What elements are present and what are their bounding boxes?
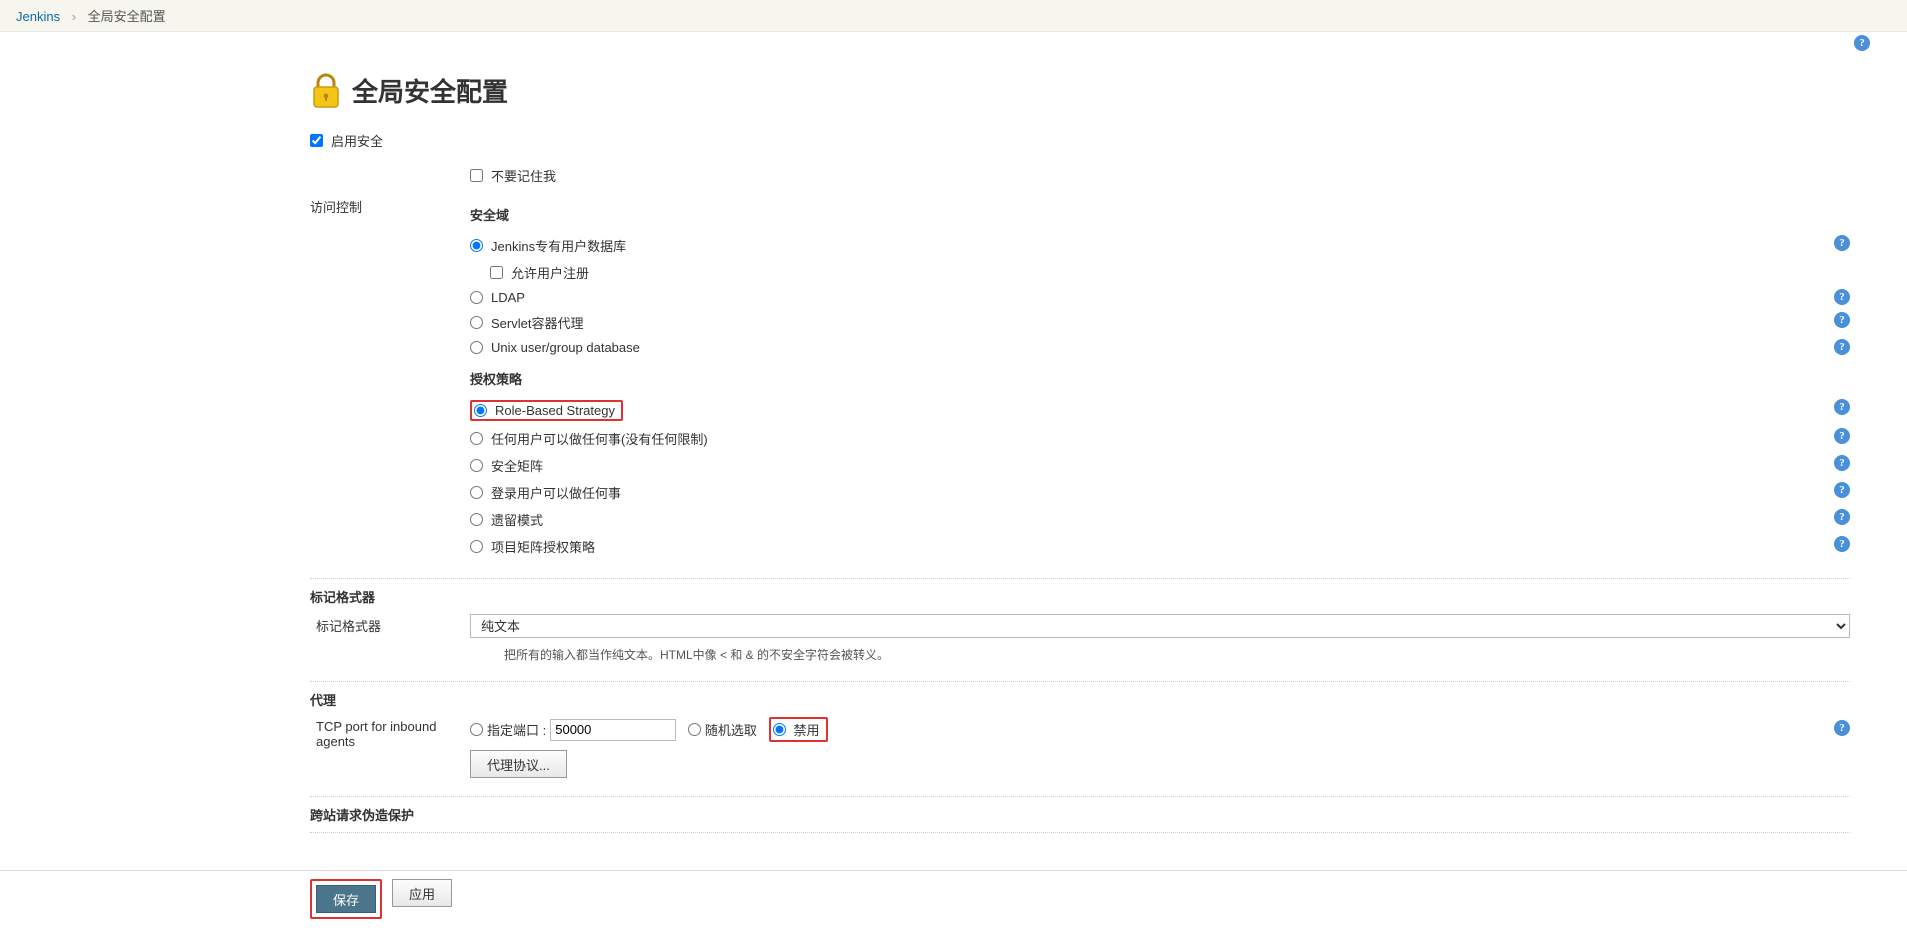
help-icon[interactable]: ? <box>1834 289 1850 305</box>
allow-signup-label: 允许用户注册 <box>511 263 589 282</box>
authz-role-based-label: Role-Based Strategy <box>495 403 615 418</box>
authz-loggedin-label: 登录用户可以做任何事 <box>491 483 621 502</box>
breadcrumb-root[interactable]: Jenkins <box>16 9 60 24</box>
help-icon[interactable]: ? <box>1834 509 1850 525</box>
breadcrumb-sep: › <box>72 9 76 24</box>
apply-button[interactable]: 应用 <box>392 879 452 907</box>
realm-jenkins-db-radio[interactable] <box>470 239 483 252</box>
port-disable-label: 禁用 <box>794 720 820 739</box>
markup-formatter-select[interactable]: 纯文本 <box>470 614 1850 638</box>
allow-signup-checkbox[interactable] <box>490 266 503 279</box>
port-number-input[interactable] <box>550 719 676 741</box>
footer-bar: 保存 应用 <box>0 870 1907 927</box>
save-button[interactable]: 保存 <box>316 885 376 913</box>
help-icon[interactable]: ? <box>1854 35 1870 51</box>
agent-section-title: 代理 <box>310 681 1850 709</box>
realm-unix-label: Unix user/group database <box>491 340 640 355</box>
authz-matrix-radio[interactable] <box>470 459 483 472</box>
authz-project-matrix-radio[interactable] <box>470 540 483 553</box>
access-control-label: 访问控制 <box>310 195 470 216</box>
authz-matrix-label: 安全矩阵 <box>491 456 543 475</box>
realm-servlet-radio[interactable] <box>470 316 483 329</box>
enable-security-checkbox[interactable] <box>310 134 323 147</box>
realm-unix-radio[interactable] <box>470 341 483 354</box>
realm-ldap-label: LDAP <box>491 290 525 305</box>
help-icon[interactable]: ? <box>1834 720 1850 736</box>
breadcrumb-current: 全局安全配置 <box>88 9 166 24</box>
authz-legacy-label: 遗留模式 <box>491 510 543 529</box>
help-icon[interactable]: ? <box>1834 482 1850 498</box>
markup-label: 标记格式器 <box>310 614 470 635</box>
security-realm-header: 安全域 <box>470 205 1850 224</box>
authz-role-based-radio[interactable] <box>474 404 487 417</box>
save-highlight: 保存 <box>310 879 382 919</box>
realm-ldap-radio[interactable] <box>470 291 483 304</box>
authz-anyone-label: 任何用户可以做任何事(没有任何限制) <box>491 429 708 448</box>
realm-servlet-label: Servlet容器代理 <box>491 313 583 332</box>
authz-anyone-radio[interactable] <box>470 432 483 445</box>
csrf-section-title: 跨站请求伪造保护 <box>310 796 1850 824</box>
markup-hint: 把所有的输入都当作纯文本。HTML中像 < 和 & 的不安全字符会被转义。 <box>470 646 1850 663</box>
help-icon[interactable]: ? <box>1834 399 1850 415</box>
dont-remember-checkbox[interactable] <box>470 169 483 182</box>
port-fixed-radio[interactable] <box>470 723 483 736</box>
help-icon[interactable]: ? <box>1834 339 1850 355</box>
help-icon[interactable]: ? <box>1834 428 1850 444</box>
enable-security-label: 启用安全 <box>331 131 383 150</box>
tcp-port-label: TCP port for inbound agents <box>310 717 470 749</box>
authz-legacy-radio[interactable] <box>470 513 483 526</box>
help-icon[interactable]: ? <box>1834 536 1850 552</box>
authz-project-matrix-label: 项目矩阵授权策略 <box>491 537 595 556</box>
realm-jenkins-db-label: Jenkins专有用户数据库 <box>491 236 626 255</box>
breadcrumb: Jenkins › 全局安全配置 <box>0 0 1907 32</box>
agent-protocol-button[interactable]: 代理协议... <box>470 750 567 778</box>
port-random-radio[interactable] <box>688 723 701 736</box>
help-icon[interactable]: ? <box>1834 312 1850 328</box>
port-random-label: 随机选取 <box>705 720 757 739</box>
help-icon[interactable]: ? <box>1834 455 1850 471</box>
port-fixed-label: 指定端口 : <box>487 720 546 739</box>
authorization-header: 授权策略 <box>470 369 1850 388</box>
help-icon[interactable]: ? <box>1834 235 1850 251</box>
markup-section-title: 标记格式器 <box>310 578 1850 606</box>
port-disable-radio[interactable] <box>773 723 786 736</box>
dont-remember-label: 不要记住我 <box>491 166 556 185</box>
role-based-highlight: Role-Based Strategy <box>470 400 623 421</box>
page-title: 全局安全配置 <box>352 72 508 109</box>
authz-loggedin-radio[interactable] <box>470 486 483 499</box>
lock-icon <box>310 73 342 109</box>
port-disable-highlight: 禁用 <box>769 717 828 742</box>
